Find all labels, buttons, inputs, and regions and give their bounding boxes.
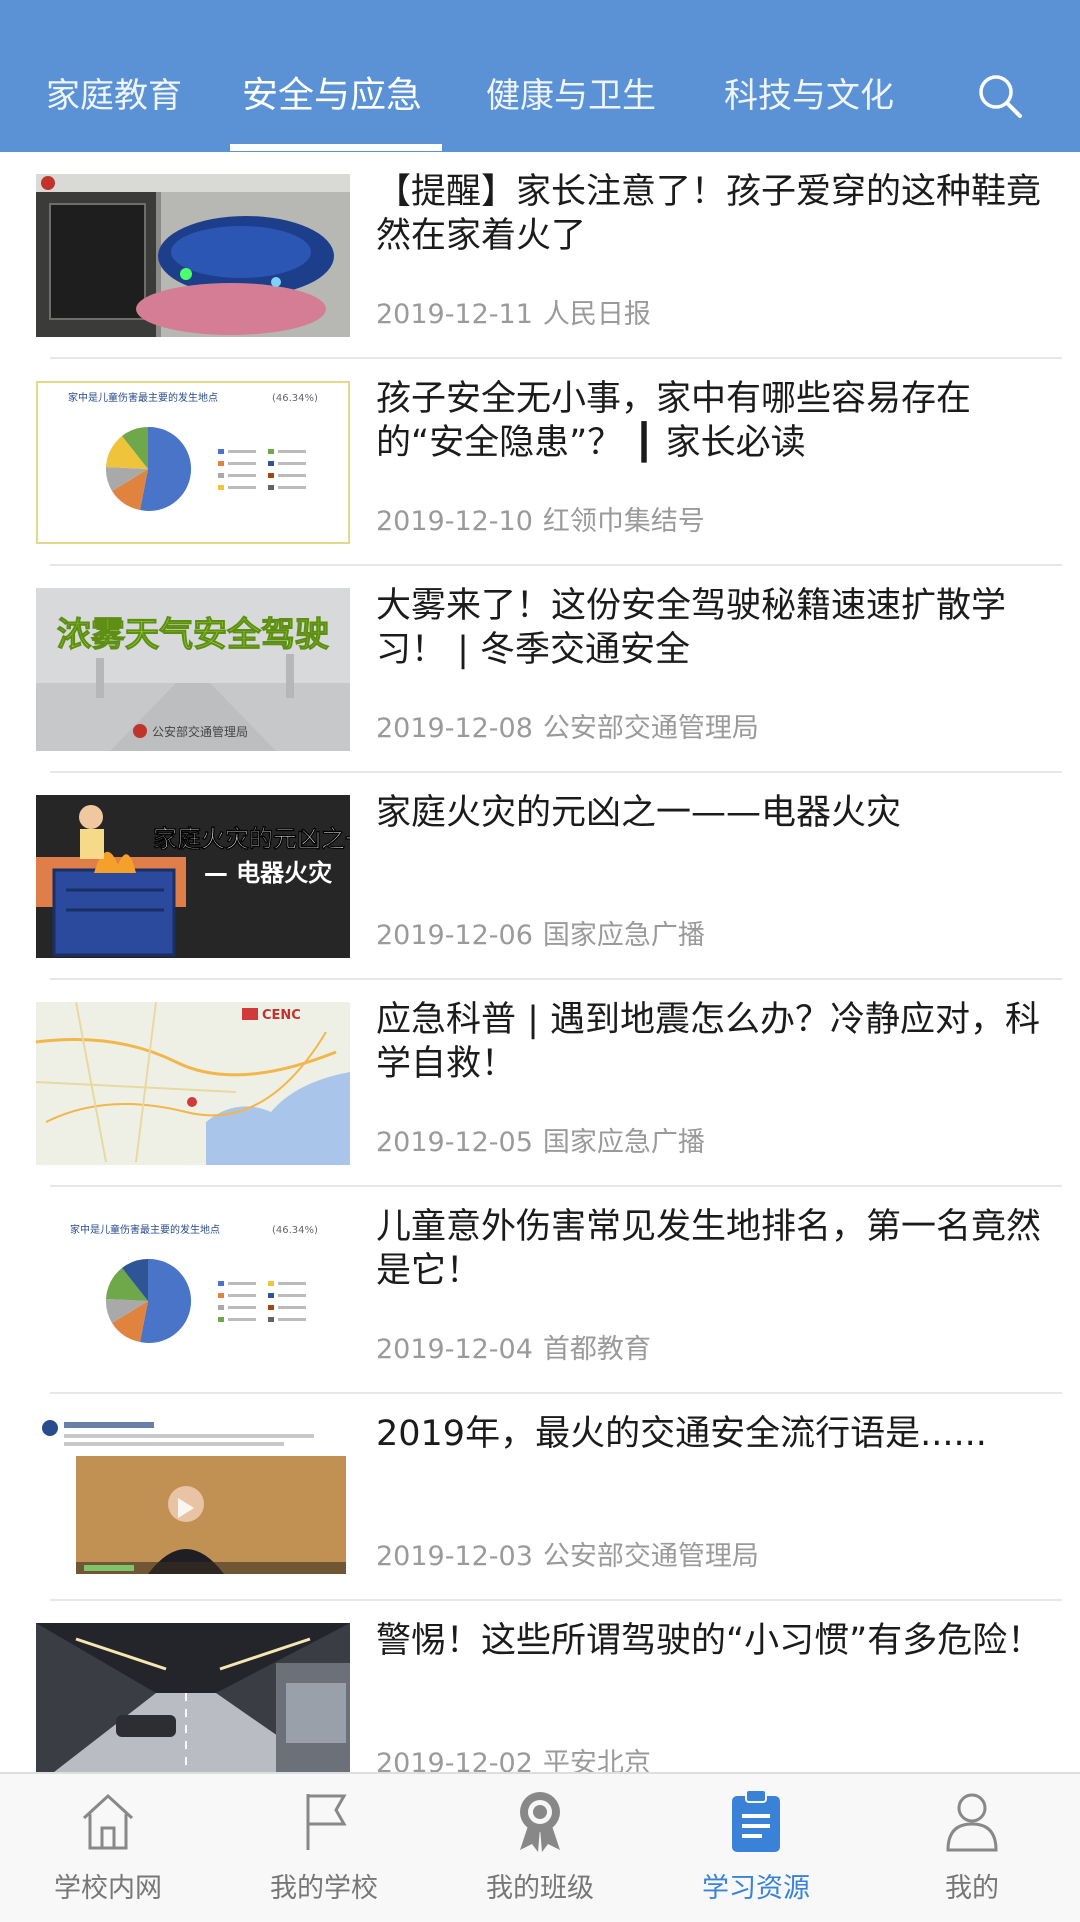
award-ribbon-icon: [510, 1788, 570, 1854]
article-thumbnail: 家中是儿童伤害最主要的发生地点 (46.34%): [36, 1209, 350, 1372]
article-title[interactable]: 孩子安全无小事，家中有哪些容易存在的“安全隐患”？ ┃ 家长必读: [376, 377, 1050, 465]
category-tabs: 家庭教育 安全与应急 健康与卫生 科技与文化: [0, 0, 1080, 152]
active-tab-indicator: [230, 144, 442, 151]
article-meta: 2019-12-04 首都教育: [376, 1333, 1050, 1367]
user-icon: [942, 1788, 1002, 1854]
article-title[interactable]: 2019年，最火的交通安全流行语是......: [376, 1412, 1050, 1456]
article-thumbnail: CENC: [36, 1002, 350, 1165]
bottom-tab-my-school[interactable]: 我的学校: [216, 1774, 432, 1922]
thumb-chart-title: 家中是儿童伤害最主要的发生地点: [70, 1223, 220, 1236]
article-meta: 2019-12-10 红领巾集结号: [376, 505, 1050, 539]
article-date: 2019-12-02: [376, 1748, 533, 1772]
article-date: 2019-12-04: [376, 1334, 533, 1365]
clipboard-icon: [726, 1788, 786, 1854]
thumb-logo-text: CENC: [262, 1008, 301, 1023]
tab-family-education[interactable]: 家庭教育: [46, 66, 182, 126]
article-thumbnail: 家庭火灾的元凶之一 — 电器火灾: [36, 795, 350, 958]
article-title[interactable]: 家庭火灾的元凶之一——电器火灾: [376, 791, 1050, 835]
article-meta: 2019-12-06 国家应急广播: [376, 919, 1050, 953]
article-date: 2019-12-03: [376, 1541, 533, 1572]
list-item[interactable]: 家中是儿童伤害最主要的发生地点 (46.34%) 儿童意外伤害常见发生地排名，第…: [0, 1187, 1080, 1394]
thumb-banner-subtext: — 电器火灾: [204, 859, 332, 887]
top-header: 家庭教育 安全与应急 健康与卫生 科技与文化: [0, 0, 1080, 152]
flag-icon: [294, 1788, 354, 1854]
bottom-tab-label: 我的学校: [270, 1873, 378, 1904]
tab-safety-emergency[interactable]: 安全与应急: [242, 66, 422, 126]
article-source: 人民日报: [542, 299, 651, 330]
article-source: 国家应急广播: [542, 920, 705, 951]
article-date: 2019-12-06: [376, 920, 533, 951]
article-title[interactable]: 大雾来了！这份安全驾驶秘籍速速扩散学习！ | 冬季交通安全: [376, 584, 1050, 672]
list-item[interactable]: 警惕！这些所谓驾驶的“小习惯”有多危险！ 2019-12-02 平安北京: [0, 1601, 1080, 1772]
article-date: 2019-12-08: [376, 713, 533, 744]
article-meta: 2019-12-02 平安北京: [376, 1747, 1050, 1772]
search-icon[interactable]: [976, 72, 1024, 120]
bottom-tab-my-class[interactable]: 我的班级: [432, 1774, 648, 1922]
tab-science-culture[interactable]: 科技与文化: [724, 66, 894, 126]
article-title[interactable]: 应急科普 | 遇到地震怎么办？冷静应对，科学自救！: [376, 998, 1050, 1086]
article-meta: 2019-12-08 公安部交通管理局: [376, 712, 1050, 746]
article-meta: 2019-12-03 公安部交通管理局: [376, 1540, 1050, 1574]
list-item[interactable]: 家庭火灾的元凶之一 — 电器火灾 家庭火灾的元凶之一——电器火灾 2019-12…: [0, 773, 1080, 980]
list-item[interactable]: 家中是儿童伤害最主要的发生地点 (46.34%) 孩子安全无小事，家中有哪些容易…: [0, 359, 1080, 566]
article-source: 公安部交通管理局: [542, 713, 759, 744]
home-icon: [78, 1788, 138, 1854]
article-source: 平安北京: [542, 1748, 651, 1772]
bottom-tab-label: 我的: [945, 1873, 999, 1904]
list-item[interactable]: 浓雾天气安全驾驶 公安部交通管理局 大雾来了！这份安全驾驶秘籍速速扩散学习！ |…: [0, 566, 1080, 773]
thumb-banner-text: 浓雾天气安全驾驶: [57, 615, 329, 655]
article-source: 红领巾集结号: [542, 506, 705, 537]
article-title[interactable]: 儿童意外伤害常见发生地排名，第一名竟然是它！: [376, 1205, 1050, 1293]
tab-health-hygiene[interactable]: 健康与卫生: [486, 66, 656, 126]
article-source: 首都教育: [542, 1334, 651, 1365]
article-date: 2019-12-05: [376, 1127, 533, 1158]
thumb-chart-percent: (46.34%): [272, 1225, 318, 1236]
article-source: 公安部交通管理局: [542, 1541, 759, 1572]
thumb-banner-text: 家庭火灾的元凶之一: [153, 825, 350, 853]
thumb-chart-percent: (46.34%): [272, 393, 318, 404]
list-item[interactable]: 【提醒】家长注意了！孩子爱穿的这种鞋竟然在家着火了 2019-12-11 人民日报: [0, 152, 1080, 359]
bottom-tab-label: 我的班级: [486, 1873, 594, 1904]
article-list: 【提醒】家长注意了！孩子爱穿的这种鞋竟然在家着火了 2019-12-11 人民日报…: [0, 152, 1080, 1772]
list-item[interactable]: 2019年，最火的交通安全流行语是...... 2019-12-03 公安部交通管…: [0, 1394, 1080, 1601]
article-date: 2019-12-10: [376, 506, 533, 537]
article-title[interactable]: 警惕！这些所谓驾驶的“小习惯”有多危险！: [376, 1619, 1050, 1663]
bottom-tab-me[interactable]: 我的: [864, 1774, 1080, 1922]
bottom-tab-label: 学习资源: [702, 1873, 810, 1904]
article-thumbnail: 家中是儿童伤害最主要的发生地点 (46.34%): [36, 381, 350, 544]
article-meta: 2019-12-05 国家应急广播: [376, 1126, 1050, 1160]
article-thumbnail: [36, 174, 350, 337]
bottom-tab-label: 学校内网: [54, 1873, 162, 1904]
article-title[interactable]: 【提醒】家长注意了！孩子爱穿的这种鞋竟然在家着火了: [376, 170, 1050, 258]
thumb-banner-subtext: 公安部交通管理局: [152, 724, 248, 739]
article-thumbnail: 浓雾天气安全驾驶 公安部交通管理局: [36, 588, 350, 751]
bottom-tab-school-intranet[interactable]: 学校内网: [0, 1774, 216, 1922]
bottom-tab-learning-resources[interactable]: 学习资源: [648, 1774, 864, 1922]
bottom-tab-bar: 学校内网 我的学校 我的班级 学习资源 我的: [0, 1772, 1080, 1922]
thumb-chart-title: 家中是儿童伤害最主要的发生地点: [68, 391, 218, 404]
article-source: 国家应急广播: [542, 1127, 705, 1158]
article-meta: 2019-12-11 人民日报: [376, 298, 1050, 332]
article-thumbnail: [36, 1623, 350, 1772]
article-date: 2019-12-11: [376, 299, 533, 330]
article-thumbnail: [36, 1416, 350, 1579]
list-item[interactable]: CENC 应急科普 | 遇到地震怎么办？冷静应对，科学自救！ 2019-12-0…: [0, 980, 1080, 1187]
